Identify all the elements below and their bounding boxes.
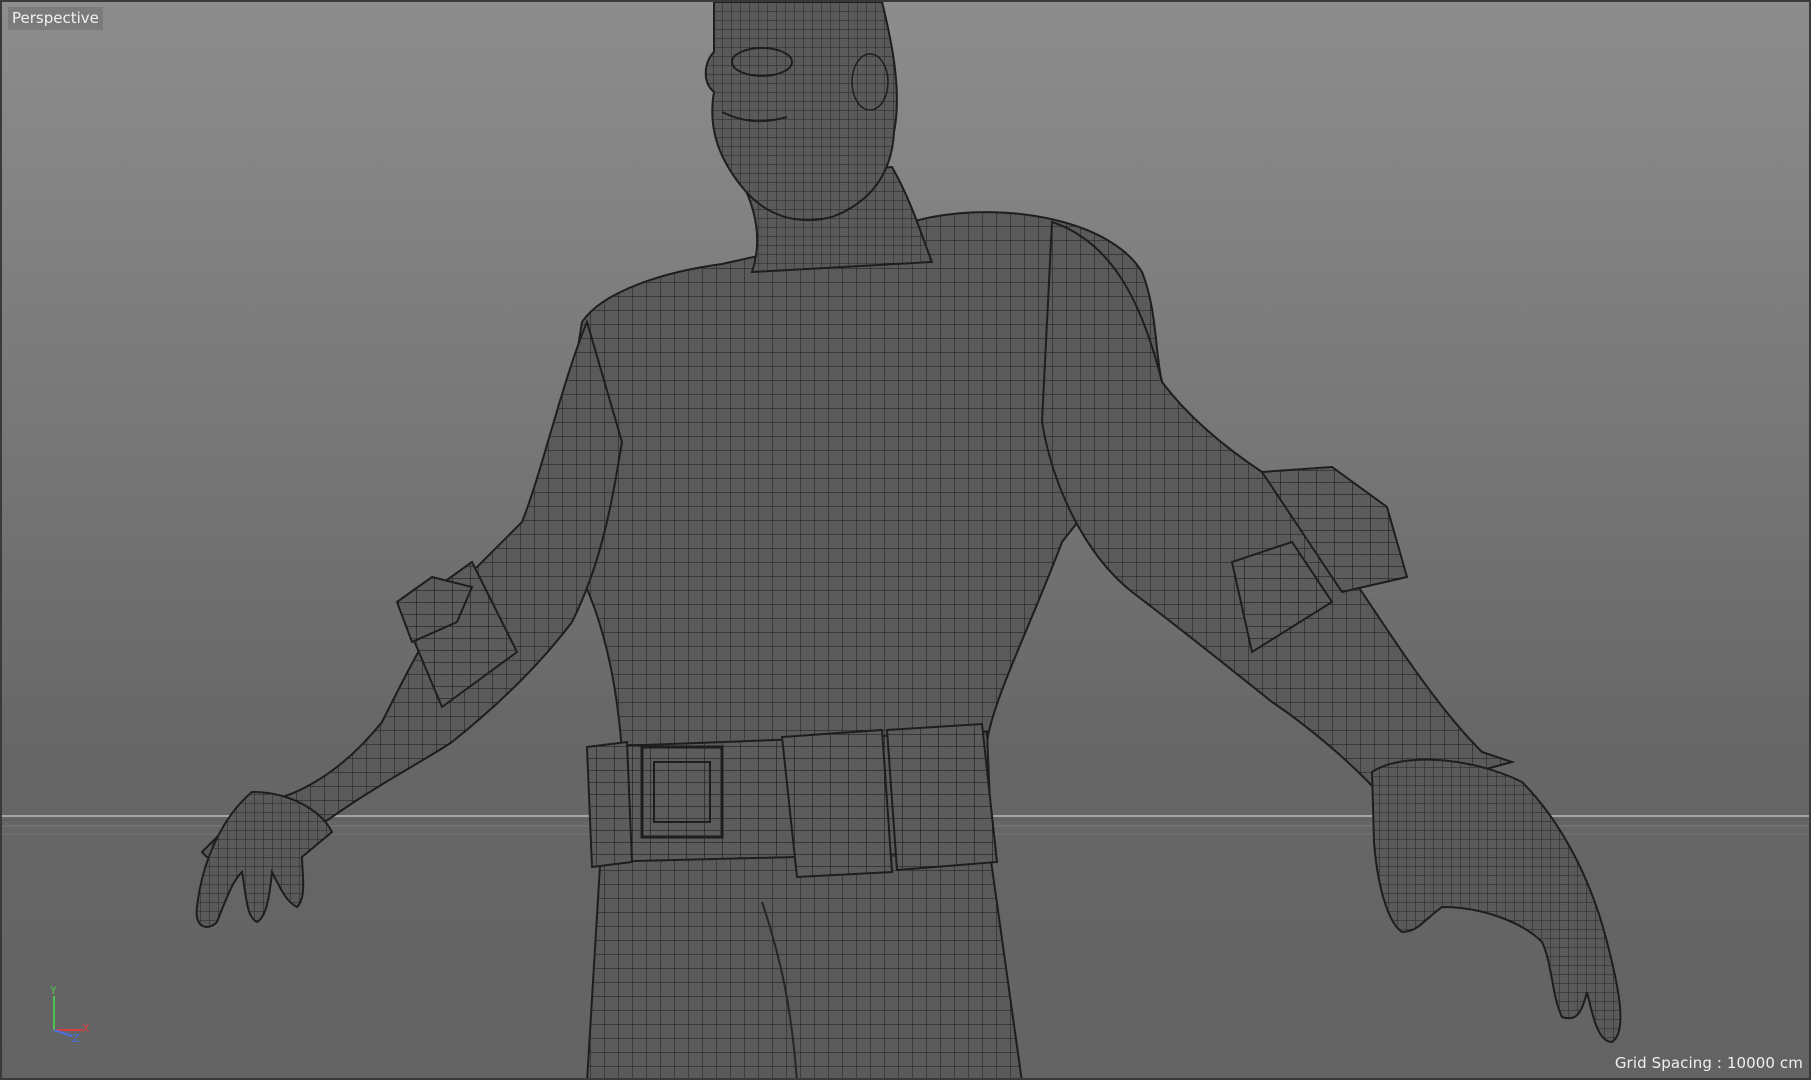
wireframe-character-model[interactable] [2,2,1811,1080]
head-mesh [704,2,898,222]
axis-gizmo-icon: Y X Z [49,984,90,1042]
belt-pouch-center [780,728,894,879]
axis-z-label: Z [72,1032,80,1042]
grid-spacing-readout: Grid Spacing : 10000 cm [1614,1054,1803,1072]
belt-pouch-left [585,740,634,869]
left-hand-mesh [195,790,334,928]
axis-x-label: X [82,1022,90,1035]
ear-mesh [851,53,889,111]
perspective-viewport[interactable]: Perspective Y X Z Grid Spacing : 10000 c… [0,0,1811,1080]
right-arm-mesh [1040,220,1516,799]
axis-y-label: Y [49,984,57,997]
belt-pouch-right [885,722,999,872]
right-hand-mesh [1370,758,1622,1044]
viewport-camera-label[interactable]: Perspective [8,7,103,30]
